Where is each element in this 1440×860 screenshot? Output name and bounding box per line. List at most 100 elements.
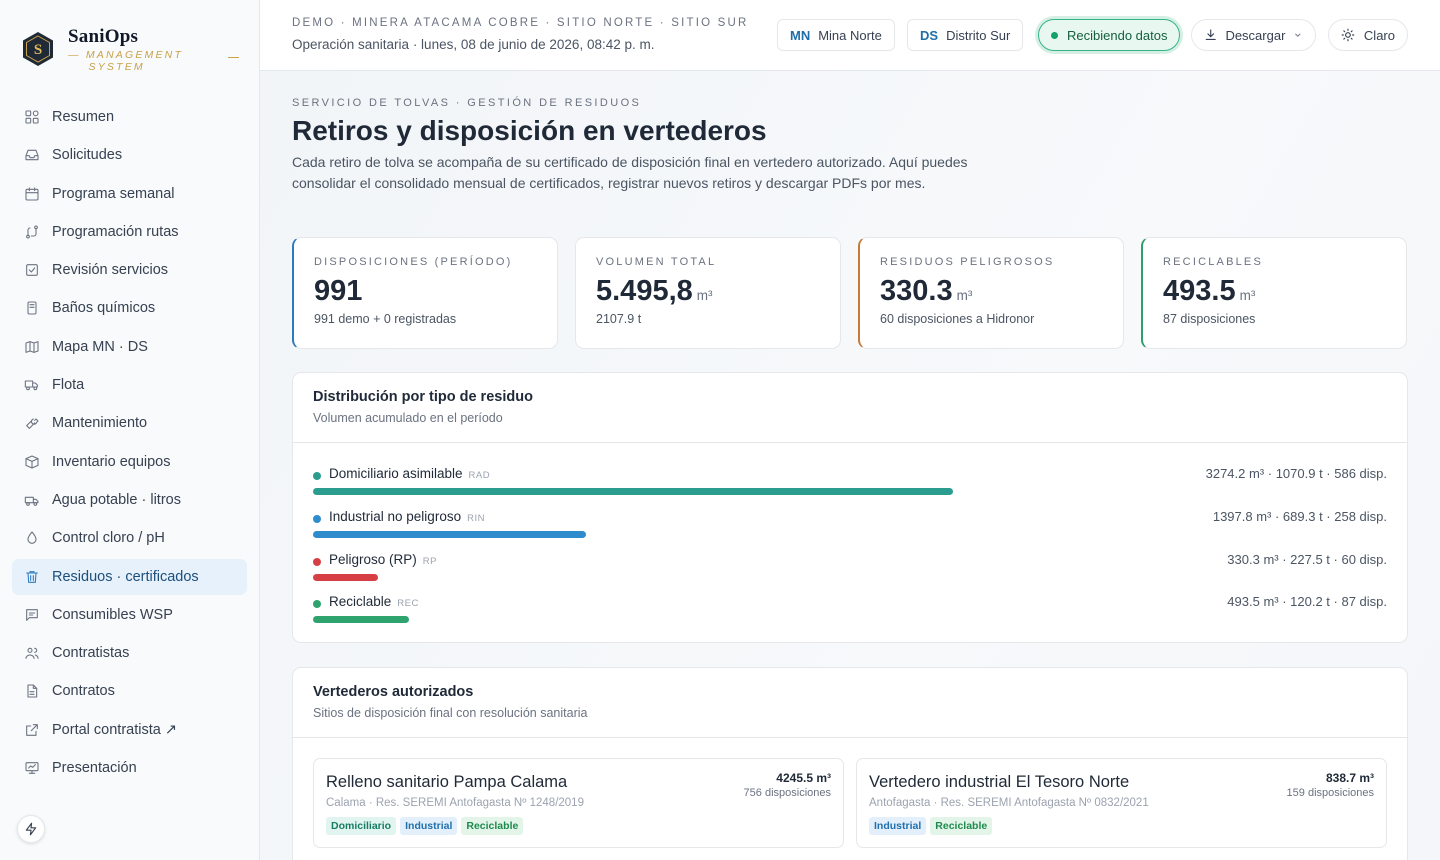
brand-sub-2: System <box>88 61 145 73</box>
sidebar-item-portal-contratista[interactable]: Portal contratista ↗ <box>12 712 247 748</box>
sidebar-item-control-cloro-ph[interactable]: Control cloro / pH <box>12 520 247 556</box>
sidebar-item-label: Portal contratista ↗ <box>52 721 177 738</box>
waste-type-code: REC <box>397 598 419 609</box>
waste-type-name: Peligroso (RP) <box>329 552 417 567</box>
sidebar-item-presentacio-n[interactable]: Presentación <box>12 750 247 786</box>
landfill-volume: 4245.5 m³ <box>776 771 831 785</box>
sidebar-item-mapa-mn-ds[interactable]: Mapa MN · DS <box>12 329 247 365</box>
live-status-badge[interactable]: Recibiendo datos <box>1038 19 1181 51</box>
kpi-value: 330.3 <box>880 275 953 307</box>
droplet-icon <box>24 530 40 546</box>
bar-track <box>313 488 1387 495</box>
waste-type-name: Industrial no peligroso <box>329 509 462 524</box>
waste-type-name: Domiciliario asimilable <box>329 466 463 481</box>
saniops-logo-icon: S <box>23 32 53 66</box>
presentation-icon <box>24 760 40 776</box>
sidebar-item-label: Programación rutas <box>52 223 179 240</box>
site-distrito-sur-button[interactable]: DS Distrito Sur <box>907 19 1024 51</box>
sidebar-item-label: Mantenimiento <box>52 415 148 432</box>
sidebar-item-solicitudes[interactable]: Solicitudes <box>12 137 247 173</box>
wrench-icon <box>24 415 40 431</box>
waste-tag: Reciclable <box>461 817 524 835</box>
landfill-volume: 838.7 m³ <box>1325 771 1374 785</box>
page-eyebrow: Servicio de tolvas · Gestión de residuos <box>292 97 642 109</box>
sidebar-item-mantenimiento[interactable]: Mantenimiento <box>12 405 247 441</box>
sidebar-item-residuos-certificados[interactable]: Residuos · certificados <box>12 558 247 595</box>
download-button[interactable]: Descargar <box>1191 19 1316 51</box>
sidebar-item-contratos[interactable]: Contratos <box>12 673 247 709</box>
distribution-subtitle: Volumen acumulado en el período <box>313 411 503 425</box>
waste-type-code: RAD <box>468 470 491 481</box>
sidebar-item-label: Residuos · certificados <box>52 568 199 585</box>
landfill-card[interactable]: Vertedero industrial El Tesoro Norte Anto… <box>856 758 1387 848</box>
sidebar-item-contratistas[interactable]: Contratistas <box>12 635 247 671</box>
waste-type-stats: 3274.2 m³ · 1070.9 t · 586 disp. <box>1205 466 1387 481</box>
kpi-label: Volumen total <box>596 256 717 268</box>
kpi-unit: m³ <box>1239 288 1256 303</box>
main-content: Servicio de tolvas · Gestión de residuos… <box>260 71 1440 860</box>
sidebar-item-agua-potable-litros[interactable]: Agua potable · litros <box>12 482 247 518</box>
message-icon <box>24 607 40 623</box>
sidebar-item-programacio-n-rutas[interactable]: Programación rutas <box>12 214 247 250</box>
route-icon <box>24 224 40 240</box>
landfill-count: 756 disposiciones <box>743 787 831 799</box>
brand-divider <box>228 57 239 58</box>
sidebar-item-programa-semanal[interactable]: Programa semanal <box>12 176 247 212</box>
truck-icon <box>24 377 40 393</box>
waste-type-code: RIN <box>467 513 485 524</box>
water-truck-icon <box>24 492 40 508</box>
sidebar-item-consumibles-wsp[interactable]: Consumibles WSP <box>12 597 247 633</box>
waste-tag: Domiciliario <box>326 817 397 835</box>
distribution-card: Distribución por tipo de residuo Volumen… <box>292 372 1408 643</box>
chevron-down-icon <box>1295 33 1301 37</box>
kpi-note: 991 demo + 0 registradas <box>314 312 457 326</box>
sidebar-item-ban-os-qui-micos[interactable]: Baños químicos <box>12 290 247 326</box>
waste-tag: Industrial <box>400 817 458 835</box>
kpi-value: 991 <box>314 275 363 307</box>
kpi-unit: m³ <box>696 288 713 303</box>
breadcrumb: Demo · Minera Atacama Cobre · Sitio Nort… <box>292 17 749 29</box>
sidebar-item-label: Solicitudes <box>52 147 123 164</box>
brand[interactable]: S SaniOps — Management System <box>22 26 183 72</box>
sidebar-item-label: Contratistas <box>52 645 130 662</box>
kpi-value: 5.495,8 <box>596 275 693 307</box>
site-label: Mina Norte <box>818 27 882 43</box>
svg-text:S: S <box>34 42 42 58</box>
external-link-icon <box>24 722 40 738</box>
site-label: Distrito Sur <box>946 27 1011 43</box>
kpi-label: Disposiciones (período) <box>314 256 513 268</box>
sidebar-item-inventario-equipos[interactable]: Inventario equipos <box>12 444 247 480</box>
sidebar-item-resumen[interactable]: Resumen <box>12 99 247 135</box>
brand-sub-1: Management <box>85 49 184 61</box>
download-icon <box>1205 29 1216 41</box>
bar-track <box>313 574 1387 581</box>
volume-bar <box>313 531 586 538</box>
distribution-title: Distribución por tipo de residuo <box>313 389 533 405</box>
sidebar-item-label: Agua potable · litros <box>52 491 181 508</box>
toilet-icon <box>24 300 40 316</box>
kpi-card: Disposiciones (período) 991 991 demo + 0 r… <box>292 237 558 349</box>
sidebar: S SaniOps — Management System Resumen Sol… <box>0 0 260 860</box>
bolt-icon <box>25 822 37 836</box>
theme-toggle-button[interactable]: Claro <box>1328 19 1408 51</box>
landfill-card[interactable]: Relleno sanitario Pampa Calama Calama · R… <box>313 758 844 848</box>
sidebar-item-label: Mapa MN · DS <box>52 338 148 355</box>
kpi-card: Reciclables 493.5 m³ 87 disposiciones <box>1141 237 1407 349</box>
landfill-count: 159 disposiciones <box>1286 787 1374 799</box>
grid-icon <box>24 109 40 125</box>
site-mina-norte-button[interactable]: MN Mina Norte <box>777 19 895 51</box>
kpi-value: 493.5 <box>1163 275 1236 307</box>
trash-icon <box>24 569 40 585</box>
theme-label: Claro <box>1363 27 1395 43</box>
sidebar-item-label: Programa semanal <box>52 185 175 202</box>
kpi-unit: m³ <box>956 288 973 303</box>
sidebar-item-revisio-n-servicios[interactable]: Revisión servicios <box>12 252 247 288</box>
waste-tag: Reciclable <box>930 817 993 835</box>
kpi-card: Volumen total 5.495,8 m³ 2107.9 t <box>575 237 841 349</box>
sidebar-item-flota[interactable]: Flota <box>12 367 247 403</box>
quick-action-button[interactable] <box>17 815 45 843</box>
landfill-tags: Industrial Reciclable <box>869 817 1374 835</box>
download-label: Descargar <box>1225 27 1286 43</box>
landfills-subtitle: Sitios de disposición final con resoluci… <box>313 706 588 720</box>
sidebar-item-label: Resumen <box>52 109 115 125</box>
